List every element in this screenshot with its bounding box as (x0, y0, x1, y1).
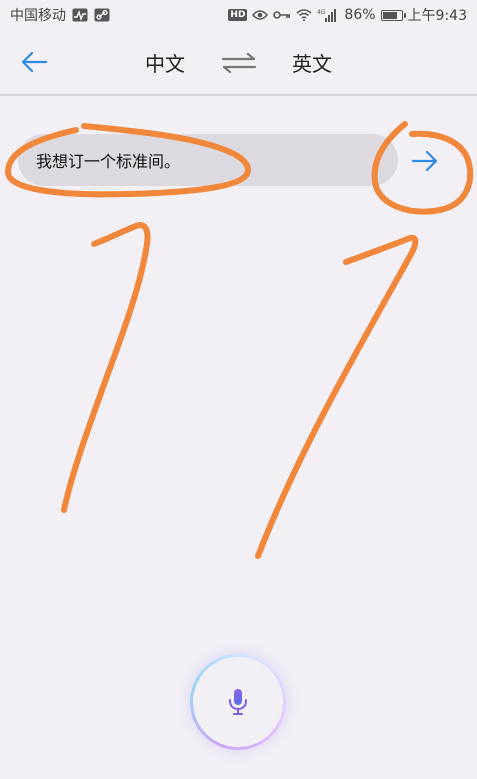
voice-input-inner (193, 657, 283, 747)
status-right: HD 4G 86% 上午9:43 (228, 5, 477, 25)
signal-icon: 4G (317, 8, 339, 22)
swap-languages-button[interactable] (220, 48, 258, 78)
wifi-icon (296, 9, 312, 21)
back-button[interactable] (18, 46, 50, 78)
battery-fill (382, 11, 398, 19)
annotation-stroke-left (61, 222, 151, 513)
network-type-label: 4G (317, 9, 326, 16)
battery-percent: 86% (344, 7, 376, 23)
activity-icon (72, 8, 88, 22)
translate-send-button[interactable] (408, 144, 442, 178)
input-text: 我想订一个标准间。 (36, 152, 181, 171)
status-left: 中国移动 (0, 5, 110, 25)
top-bar: 中文 英文 (0, 30, 477, 94)
arrow-right-icon (411, 150, 438, 172)
clock: 上午9:43 (407, 8, 467, 24)
battery-icon (380, 9, 406, 21)
eye-icon (252, 9, 269, 21)
microphone-icon (229, 689, 247, 715)
target-language-button[interactable]: 英文 (292, 48, 332, 77)
header-divider (0, 94, 477, 96)
arrow-left-icon (21, 51, 48, 73)
input-field[interactable]: 我想订一个标准间。 (18, 134, 398, 186)
status-bar: 中国移动 HD 4G 86% 上午9:43 (0, 0, 477, 30)
link-icon (94, 8, 110, 22)
voice-input-button[interactable] (190, 654, 286, 750)
hd-icon: HD (228, 9, 248, 21)
annotation-stroke-right (255, 234, 419, 559)
swap-icon (221, 52, 257, 74)
key-icon (273, 10, 291, 20)
source-language-button[interactable]: 中文 (145, 48, 185, 77)
carrier-name: 中国移动 (10, 8, 66, 24)
